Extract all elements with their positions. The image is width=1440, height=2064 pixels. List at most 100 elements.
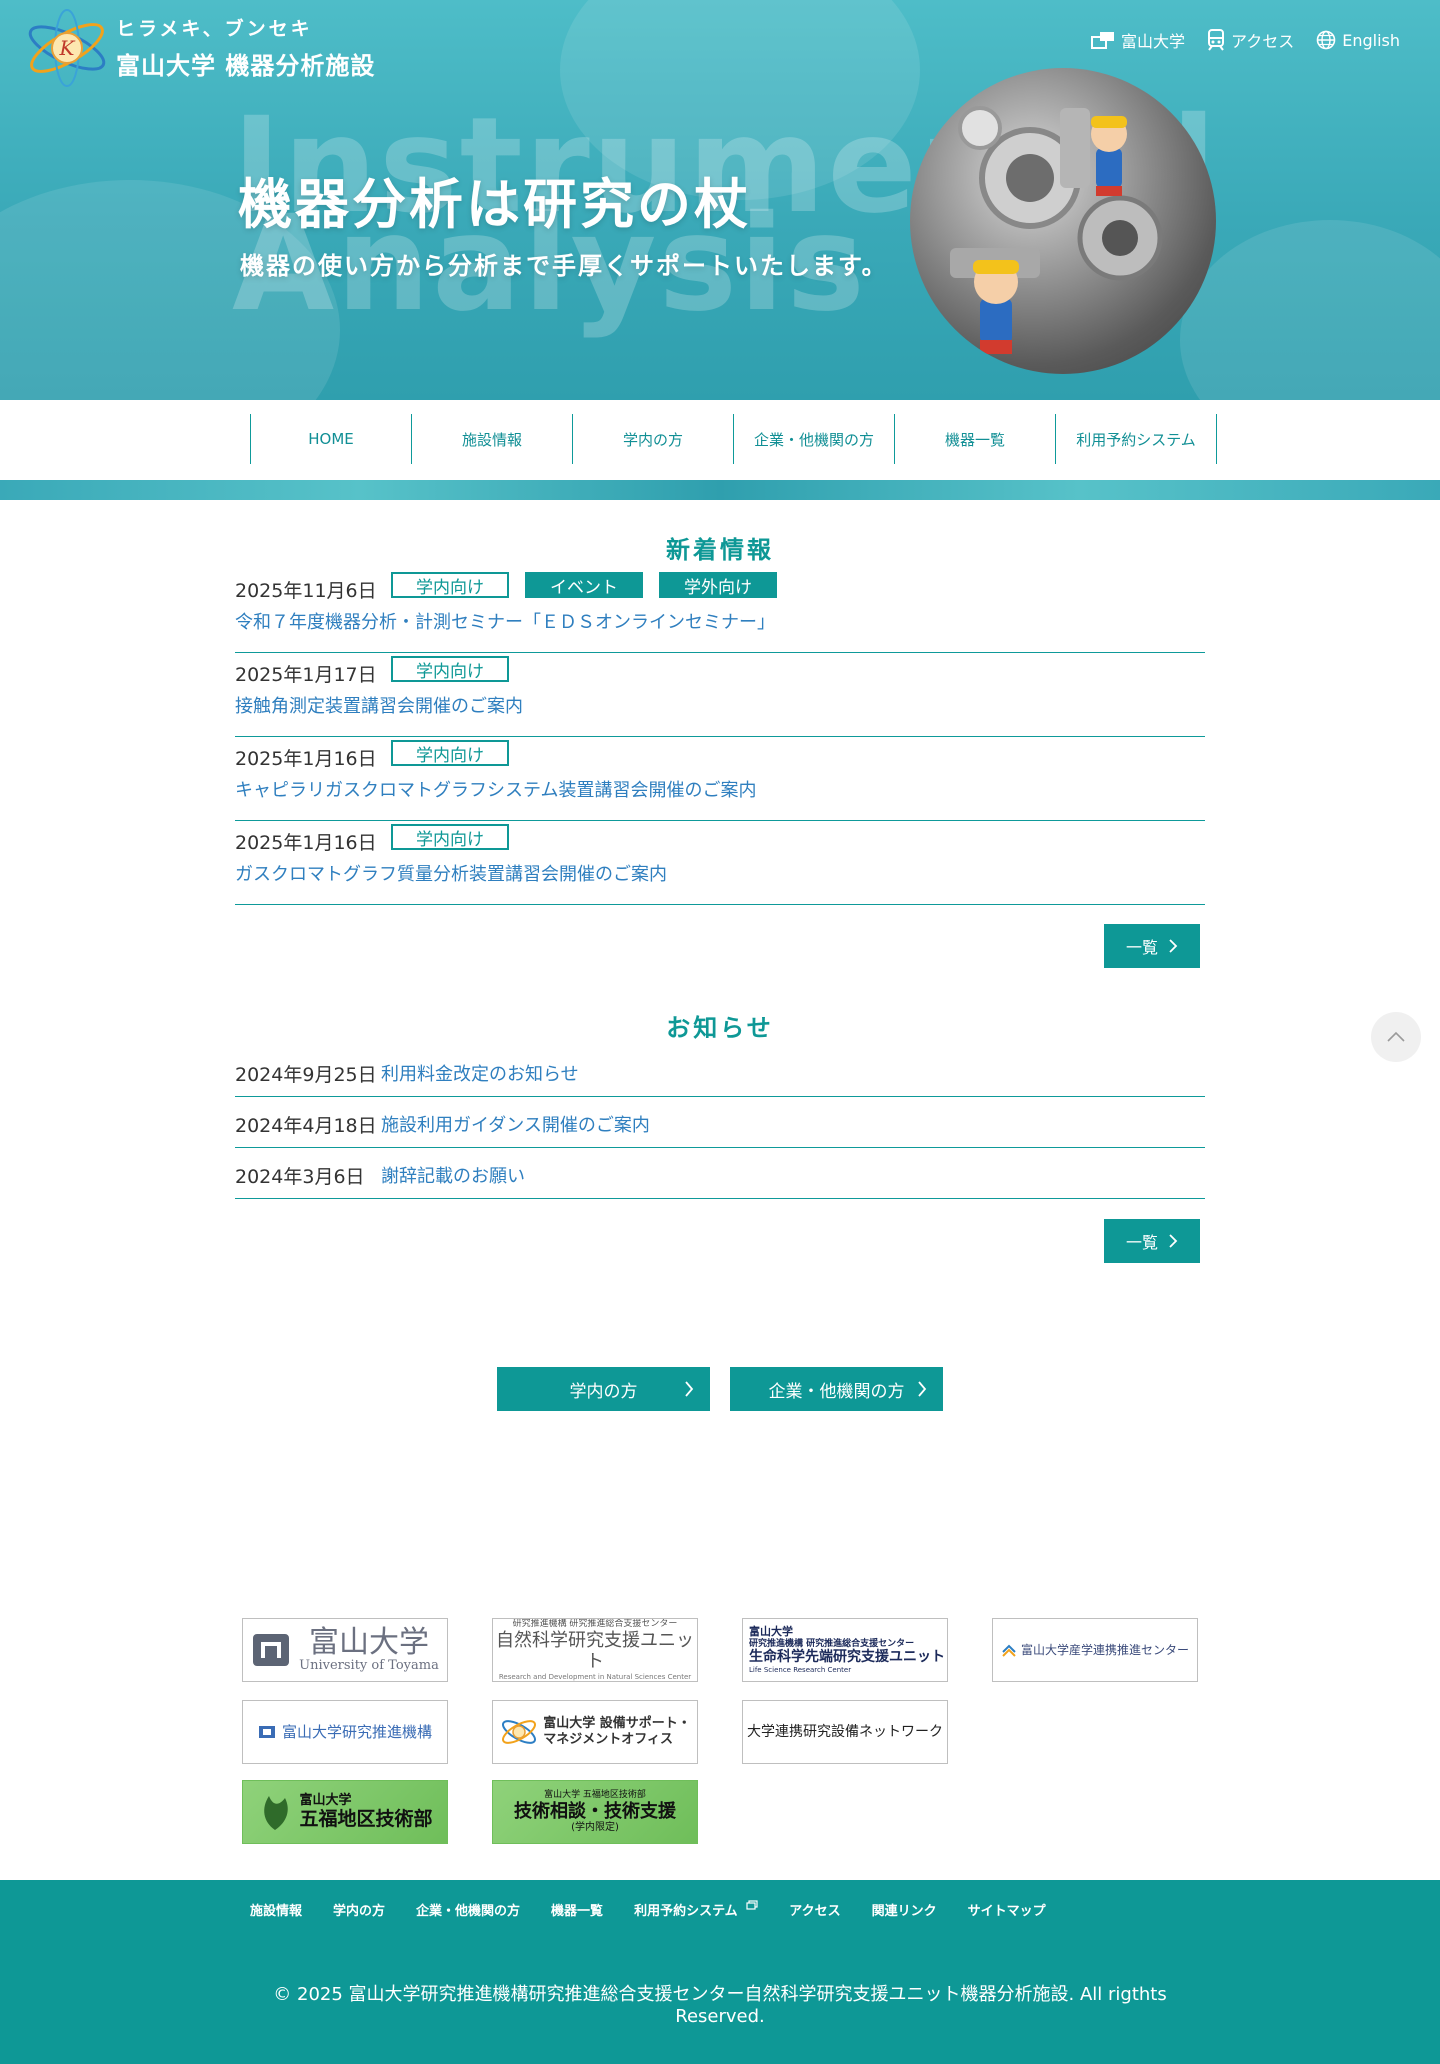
cta-external-button[interactable]: 企業・他機関の方: [730, 1367, 943, 1411]
svg-text:K: K: [59, 36, 76, 60]
atom-logo-icon: [502, 1720, 537, 1744]
banner-equipment-support-office[interactable]: 富山大学 設備サポート・ マネジメントオフィス: [492, 1700, 698, 1764]
atom-logo-icon: K: [28, 9, 106, 87]
news-item: 2025年1月16日 学内向け ガスクロマトグラフ質量分析装置講習会開催のご案内: [235, 820, 1205, 905]
notices-heading: お知らせ: [666, 1014, 774, 1042]
copyright: © 2025 富山大学研究推進機構研究推進総合支援センター自然科学研究支援ユニッ…: [0, 1984, 1440, 2028]
top-link-english[interactable]: English: [1316, 28, 1400, 52]
banner-natural-main: 自然科学研究支援ユニット: [496, 1629, 694, 1673]
tag-internal[interactable]: 学内向け: [391, 824, 509, 850]
cta-internal-button[interactable]: 学内の方: [497, 1367, 710, 1411]
banner-industry-collaboration[interactable]: 富山大学産学連携推進センター: [992, 1618, 1198, 1682]
globe-icon: [1316, 30, 1336, 50]
site-logo[interactable]: K ヒラメキ、ブンセキ 富山大学 機器分析施設: [24, 8, 384, 88]
banner-gofuku-technical-dept[interactable]: 富山大学 五福地区技術部: [242, 1780, 448, 1844]
nav-reservation-system[interactable]: 利用予約システム: [1055, 414, 1217, 464]
footer-link-label: 利用予約システム: [634, 1904, 738, 1919]
top-utility-links: 富山大学 アクセス English: [1091, 28, 1400, 52]
banner-equipment-network[interactable]: 大学連携研究設備ネットワーク: [742, 1700, 948, 1764]
news-date: 2025年1月16日: [235, 832, 377, 854]
tag-internal[interactable]: 学内向け: [391, 572, 509, 598]
nav-external-users[interactable]: 企業・他機関の方: [733, 414, 894, 464]
top-link-label: 富山大学: [1121, 32, 1186, 51]
top-link-access[interactable]: アクセス: [1207, 28, 1294, 52]
footer-link-internal[interactable]: 学内の方: [333, 1900, 385, 1919]
footer-link-related[interactable]: 関連リンク: [872, 1900, 937, 1919]
banner-research-promotion[interactable]: 富山大学研究推進機構: [242, 1700, 448, 1764]
banner-uoft-name: 富山大学: [308, 1624, 429, 1660]
tag-internal[interactable]: 学内向け: [391, 740, 509, 766]
nav-instrument-list[interactable]: 機器一覧: [894, 414, 1055, 464]
news-item: 2025年1月16日 学内向け キャピラリガスクロマトグラフシステム装置講習会開…: [235, 736, 1205, 821]
banner-setsubi-line1: 富山大学 設備サポート・: [543, 1716, 691, 1732]
notice-link[interactable]: 利用料金改定のお知らせ: [381, 1060, 579, 1086]
scroll-to-top-button[interactable]: [1371, 1012, 1421, 1062]
banner-uoft-eng: University of Toyama: [299, 1657, 439, 1673]
university-emblem-icon: [253, 1634, 290, 1666]
top-link-university[interactable]: 富山大学: [1091, 28, 1185, 52]
news-item: 2025年11月6日 学内向け イベント 学外向け 令和７年度機器分析・計測セミ…: [235, 568, 1205, 653]
site-footer: 施設情報 学内の方 企業・他機関の方 機器一覧 利用予約システム アクセス 関連…: [0, 1880, 1440, 2064]
site-catchphrase: ヒラメキ、ブンセキ: [116, 18, 313, 40]
cta-label: 学内の方: [569, 1381, 638, 1402]
chevron-right-icon: [685, 1381, 694, 1397]
chevron-right-icon: [1169, 939, 1178, 953]
news-date: 2025年1月17日: [235, 664, 377, 686]
copyright-line: © 2025 富山大学研究推進機構研究推進総合支援センター自然科学研究支援ユニッ…: [273, 1984, 1167, 2005]
footer-link-reservation[interactable]: 利用予約システム: [634, 1900, 758, 1919]
nav-home[interactable]: HOME: [250, 414, 411, 464]
news-link[interactable]: 令和７年度機器分析・計測セミナー「ＥＤＳオンラインセミナー」: [235, 608, 775, 634]
footer-link-sitemap[interactable]: サイトマップ: [968, 1900, 1046, 1919]
footer-link-instruments[interactable]: 機器一覧: [551, 1900, 603, 1919]
chevron-right-icon: [918, 1381, 927, 1397]
news-item: 2025年1月17日 学内向け 接触角測定装置講習会開催のご案内: [235, 652, 1205, 737]
building-icon: [1091, 32, 1114, 49]
tag-external[interactable]: 学外向け: [659, 572, 777, 598]
more-label: 一覧: [1125, 1233, 1158, 1252]
banner-life-main: 生命科学先端研究支援ユニット: [749, 1649, 945, 1666]
site-name: 富山大学 機器分析施設: [116, 52, 376, 80]
banner-life-line1: 富山大学: [749, 1625, 793, 1639]
news-link[interactable]: ガスクロマトグラフ質量分析装置講習会開催のご案内: [235, 860, 667, 886]
global-nav: HOME 施設情報 学内の方 企業・他機関の方 機器一覧 利用予約システム: [0, 400, 1440, 480]
footer-link-facility[interactable]: 施設情報: [250, 1900, 302, 1919]
banner-life-eng: Life Science Research Center: [749, 1666, 852, 1675]
nav-facility-info[interactable]: 施設情報: [411, 414, 572, 464]
notice-date: 2024年4月18日: [235, 1115, 377, 1137]
notice-link[interactable]: 施設利用ガイダンス開催のご案内: [381, 1111, 650, 1137]
hero-subtitle: 機器の使い方から分析まで手厚くサポートいたします。: [240, 252, 888, 280]
notices-more-button[interactable]: 一覧: [1104, 1219, 1200, 1263]
nav-internal-users[interactable]: 学内の方: [572, 414, 733, 464]
banner-technical-consultation[interactable]: 富山大学 五福地区技術部 技術相談・技術支援 (学内限定): [492, 1780, 698, 1844]
tag-event[interactable]: イベント: [525, 572, 643, 598]
hero-bg-shape: [1180, 220, 1440, 400]
footer-link-external[interactable]: 企業・他機関の方: [416, 1900, 520, 1919]
news-date: 2025年11月6日: [235, 580, 377, 602]
news-heading: 新着情報: [666, 536, 774, 564]
banner-natural-science-unit[interactable]: 研究推進機構 研究推進総合支援センター 自然科学研究支援ユニット Researc…: [492, 1618, 698, 1682]
train-icon: [1208, 29, 1225, 51]
news-link[interactable]: キャピラリガスクロマトグラフシステム装置講習会開催のご案内: [235, 776, 756, 802]
chevron-up-icon: [1387, 1031, 1405, 1042]
news-link[interactable]: 接触角測定装置講習会開催のご案内: [235, 692, 523, 718]
notice-item: 2024年3月6日 謝辞記載のお願い: [235, 1148, 1205, 1199]
notice-item: 2024年4月18日 施設利用ガイダンス開催のご案内: [235, 1097, 1205, 1148]
banner-soudan-line1: 富山大学 五福地区技術部: [544, 1789, 646, 1800]
hero-title: 機器分析は研究の杖: [238, 173, 751, 236]
news-more-button[interactable]: 一覧: [1104, 924, 1200, 968]
footer-link-access[interactable]: アクセス: [789, 1900, 840, 1919]
notice-link[interactable]: 謝辞記載のお願い: [381, 1162, 525, 1188]
banner-university-of-toyama[interactable]: 富山大学 University of Toyama: [242, 1618, 448, 1682]
external-window-icon: [746, 1900, 758, 1910]
more-label: 一覧: [1125, 938, 1158, 957]
hero-banner: Instrumental Analysis K ヒラメキ、ブンセキ 富山大学 機…: [0, 0, 1440, 400]
banner-setsubi-line2: マネジメントオフィス: [543, 1732, 673, 1747]
collaboration-logo-icon: [1002, 1644, 1016, 1657]
top-link-label: アクセス: [1231, 32, 1295, 51]
banner-natural-eng: Research and Development in Natural Scie…: [498, 1672, 692, 1681]
instrument-mascot-image: [950, 106, 1163, 354]
tag-internal[interactable]: 学内向け: [391, 656, 509, 682]
copyright-line: Reserved.: [675, 2006, 765, 2027]
banner-life-science-unit[interactable]: 富山大学 研究推進機構 研究推進総合支援センター 生命科学先端研究支援ユニット …: [742, 1618, 948, 1682]
leaf-logo-icon: [264, 1796, 289, 1830]
